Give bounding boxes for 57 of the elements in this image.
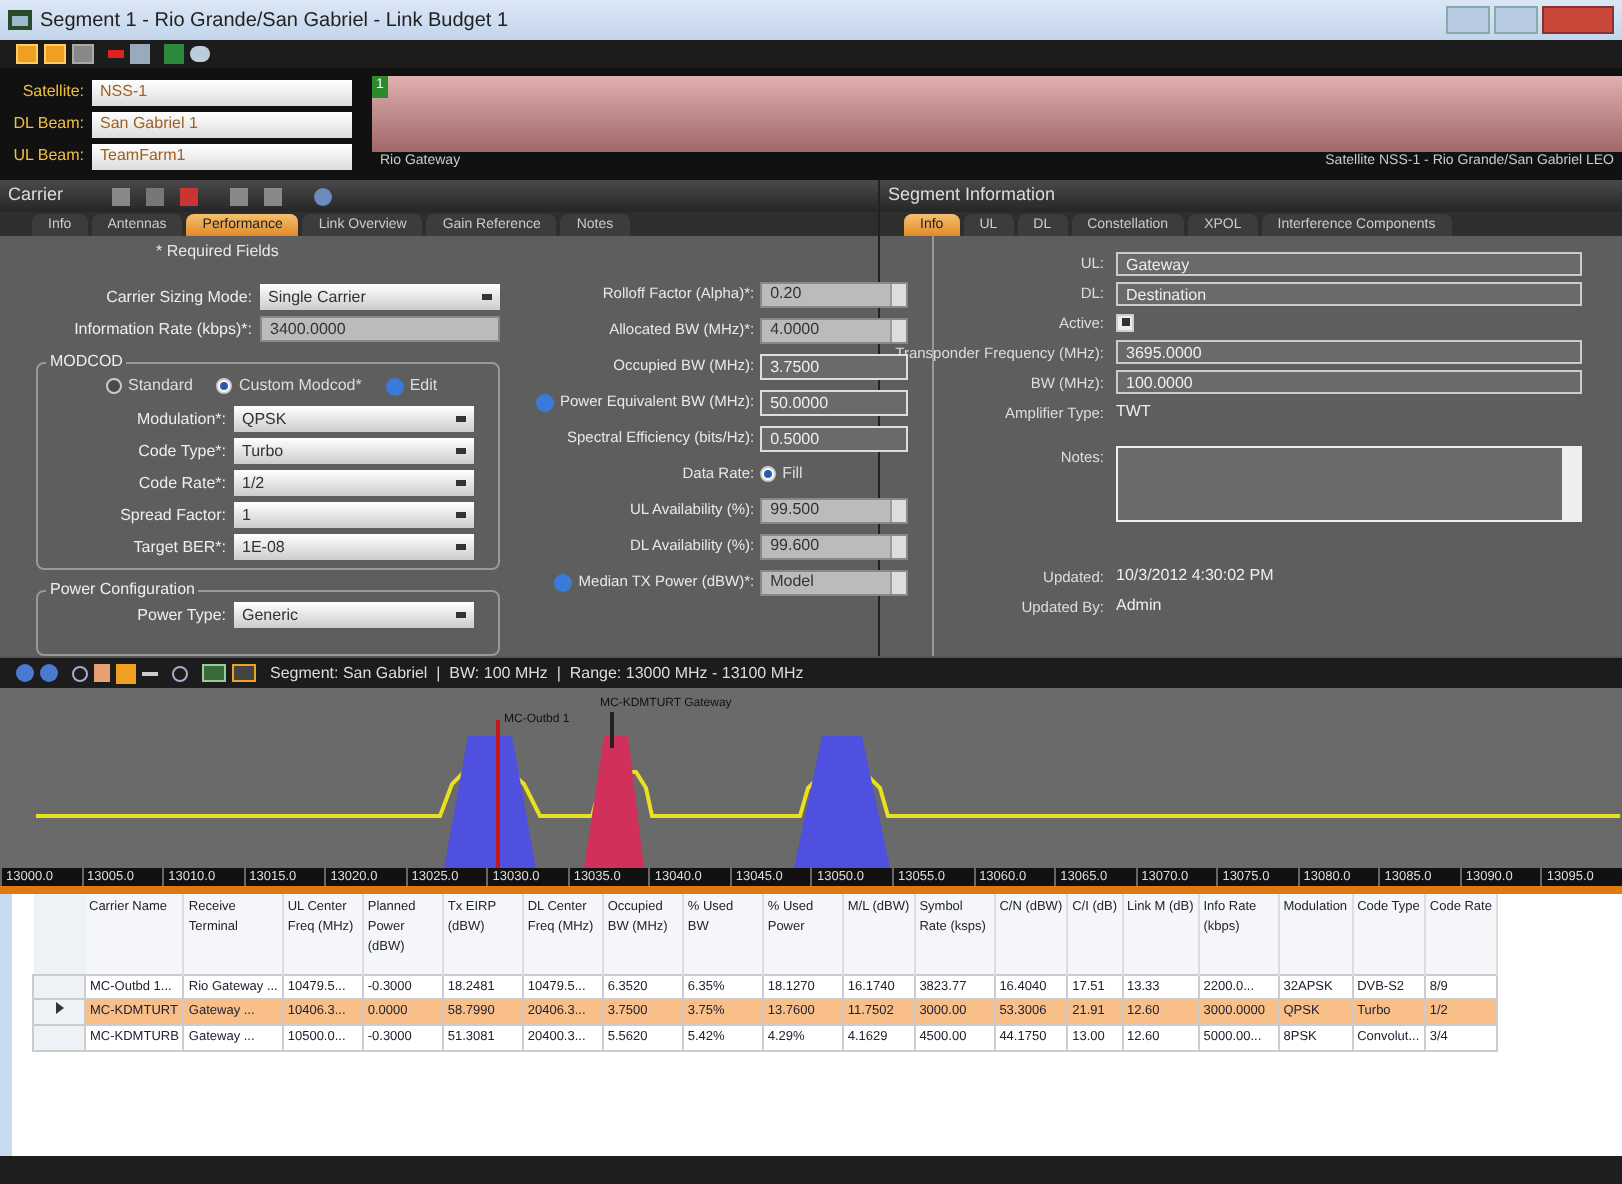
field-value: Admin — [1116, 594, 1162, 619]
dropdown[interactable]: NSS-1 — [92, 79, 352, 105]
checkbox[interactable] — [1116, 314, 1134, 333]
field-label: Satellite: — [20, 80, 84, 104]
field-label: Carrier Sizing Mode: — [104, 285, 252, 309]
edit-button[interactable]: Edit — [385, 374, 438, 398]
field-label: Power Type: — [135, 603, 226, 627]
window-title: Segment 1 - Rio Grande/San Gabriel - Link Budget 1 — [40, 7, 509, 35]
spin-box[interactable]: 99.500 — [760, 497, 909, 523]
app-icon — [8, 10, 32, 30]
input-field[interactable]: 50.0000 — [760, 389, 909, 415]
spin-box[interactable]: 99.600 — [760, 533, 909, 559]
dropdown[interactable]: San Gabriel 1 — [92, 111, 352, 137]
field-label: Code Type*: — [136, 439, 226, 463]
row-pointer-icon — [55, 1002, 63, 1015]
field-label: UL Beam: — [11, 144, 84, 168]
field-label: Spread Factor: — [118, 503, 226, 527]
required-note: * Required Fields — [156, 240, 279, 264]
magnifier-icon[interactable] — [72, 665, 88, 681]
field-value: TWT — [1116, 400, 1151, 425]
dropdown[interactable]: 1E-08 — [234, 534, 474, 560]
input-field[interactable]: Gateway — [1116, 252, 1582, 276]
notes-field[interactable] — [1116, 446, 1582, 523]
dropdown[interactable]: 1/2 — [234, 470, 474, 496]
input-field[interactable]: 3400.0000 — [260, 316, 500, 342]
group-title: MODCOD — [48, 350, 125, 374]
input-field[interactable]: 0.5000 — [760, 425, 909, 451]
input-field[interactable]: Destination — [1116, 282, 1582, 306]
field-label: DL Beam: — [11, 112, 84, 136]
radio-button[interactable]: Fill — [760, 462, 909, 486]
input-field[interactable]: 3695.0000 — [1116, 340, 1582, 365]
radio-button[interactable]: Custom Modcod* — [216, 374, 362, 398]
radio-button[interactable]: Standard — [106, 374, 193, 398]
info-icon — [554, 573, 573, 591]
input-field[interactable]: 100.0000 — [1116, 370, 1582, 395]
spectrum-info: Segment: San Gabriel | BW: 100 MHz | Range: 13000 MHz - 13100 MHz — [270, 661, 804, 685]
panel-title: Segment Information — [888, 182, 1056, 209]
group-title: Power Configuration — [48, 578, 197, 602]
field-value: 10/3/2012 4:30:02 PM — [1116, 564, 1274, 589]
scrollbar[interactable] — [932, 236, 935, 656]
info-icon — [536, 393, 554, 411]
field-label: Information Rate (kbps)*: — [72, 317, 252, 341]
spin-box[interactable]: 0.20 — [760, 281, 909, 307]
panel-title: Carrier — [8, 182, 64, 209]
field-label: Modulation*: — [135, 407, 226, 431]
dropdown[interactable]: Single Carrier — [260, 284, 500, 310]
dropdown[interactable]: QPSK — [234, 406, 474, 432]
input-field[interactable]: 3.7500 — [760, 353, 909, 379]
spin-box[interactable]: 4.0000 — [760, 317, 909, 343]
dropdown[interactable]: Generic — [234, 602, 474, 628]
dropdown[interactable]: 1 — [234, 502, 474, 528]
field-label: Target BER*: — [131, 535, 226, 559]
dropdown[interactable]: Turbo — [234, 438, 474, 464]
field-label: Code Rate*: — [136, 471, 226, 495]
dropdown[interactable]: TeamFarm1 — [92, 143, 352, 169]
magnifier-icon[interactable] — [172, 665, 188, 681]
spin-box[interactable]: Model — [760, 569, 909, 595]
